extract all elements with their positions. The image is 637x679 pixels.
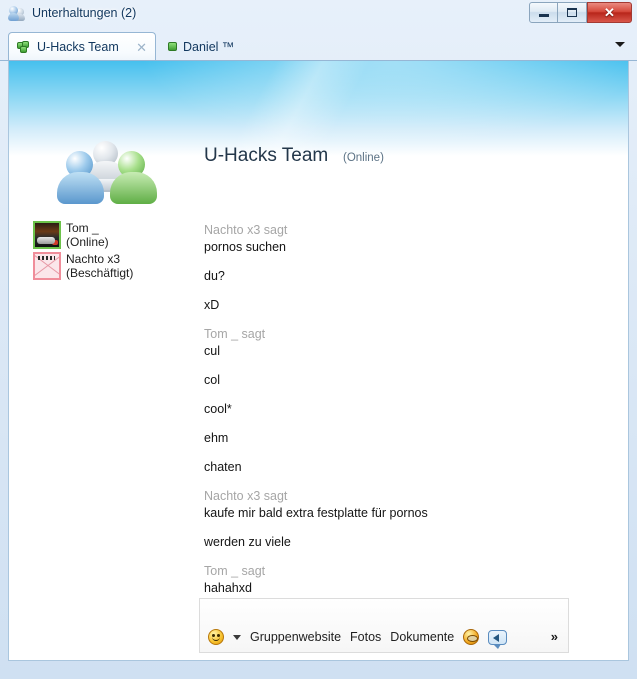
participant-status: (Beschäftigt) [66, 266, 134, 280]
toolbar-items: Gruppenwebsite Fotos Dokumente [208, 629, 508, 649]
message-text: du? [204, 269, 225, 283]
tab-strip: U-Hacks Team ✕ Daniel ™ [0, 28, 637, 61]
page-title: U-Hacks Team [204, 145, 329, 166]
participant-name: Tom _ [66, 221, 99, 235]
message-text: col [204, 373, 220, 387]
tab-label: U-Hacks Team [37, 40, 119, 54]
message-text: cool* [204, 402, 232, 416]
group-avatar [57, 139, 157, 205]
list-item[interactable]: Nachto x3 (Beschäftigt) [33, 252, 193, 280]
window-title: Unterhaltungen (2) [32, 6, 137, 20]
title-bar: Unterhaltungen (2) ✕ [0, 0, 637, 28]
message-sender: Nachto x3 sagt [204, 489, 288, 503]
message-sender: Nachto x3 sagt [204, 223, 288, 237]
participant-name: Nachto x3 [66, 252, 121, 266]
chevron-down-icon[interactable] [233, 634, 241, 640]
status-badge: (Online) [343, 152, 384, 164]
online-status-icon [168, 42, 177, 51]
compose-toolbar: Gruppenwebsite Fotos Dokumente » [199, 598, 569, 653]
message-text: cul [204, 344, 220, 358]
message-text: xD [204, 298, 220, 312]
message-group: Nachto x3 sagt kaufe mir bald extra fest… [204, 489, 604, 549]
tab-label: Daniel ™ [183, 39, 235, 54]
message-group: Tom _ sagt cul col cool* ehm chaten [204, 327, 604, 474]
participant-list: Tom _ (Online) Nachto x3 (Beschäftigt) [33, 221, 193, 283]
message-group: Nachto x3 sagt pornos suchen du? xD [204, 223, 604, 312]
message-text: ehm [204, 431, 229, 445]
message-text: werden zu viele [204, 535, 291, 549]
documents-link[interactable]: Dokumente [390, 630, 454, 644]
tab-close-icon[interactable]: ✕ [136, 40, 147, 56]
message-sender: Tom _ sagt [204, 564, 266, 578]
conversation-window: Unterhaltungen (2) ✕ U-Hacks Team ✕ Dani… [0, 0, 637, 679]
message-text: kaufe mir bald extra festplatte für porn… [204, 506, 428, 520]
list-item[interactable]: Tom _ (Online) [33, 221, 193, 249]
title-bar-left: Unterhaltungen (2) [8, 4, 136, 22]
close-button[interactable]: ✕ [587, 2, 632, 23]
people-icon [8, 4, 26, 22]
message-list: Nachto x3 sagt pornos suchen du? xD Tom … [204, 223, 604, 624]
wink-emoticon-icon[interactable] [463, 629, 480, 645]
avatar [33, 252, 61, 280]
minimize-icon [538, 14, 549, 17]
message-text: chaten [204, 460, 242, 474]
conversation-client-area: U-Hacks Team (Online) Tom _ (Online) Nac… [8, 61, 629, 661]
group-website-link[interactable]: Gruppenwebsite [250, 630, 341, 644]
minimize-button[interactable] [529, 2, 558, 23]
maximize-button[interactable] [558, 2, 587, 23]
message-text: hahahxd [204, 581, 252, 595]
shout-icon[interactable] [488, 629, 508, 649]
message-sender: Tom _ sagt [204, 327, 266, 341]
maximize-icon [567, 8, 577, 17]
close-icon: ✕ [604, 5, 615, 20]
smiley-icon[interactable] [208, 629, 224, 645]
avatar [33, 221, 61, 249]
participant-status: (Online) [66, 235, 109, 249]
window-controls: ✕ [529, 2, 632, 23]
photos-link[interactable]: Fotos [350, 630, 381, 644]
message-text: pornos suchen [204, 240, 287, 254]
status-bar [8, 661, 629, 671]
chevron-down-icon[interactable] [615, 42, 625, 47]
group-icon [17, 40, 31, 54]
toolbar-overflow-button[interactable]: » [551, 629, 558, 644]
tab-u-hacks-team[interactable]: U-Hacks Team ✕ [8, 32, 156, 61]
message-group: Tom _ sagt hahahxd [204, 564, 604, 595]
tab-daniel[interactable]: Daniel ™ [160, 32, 310, 61]
